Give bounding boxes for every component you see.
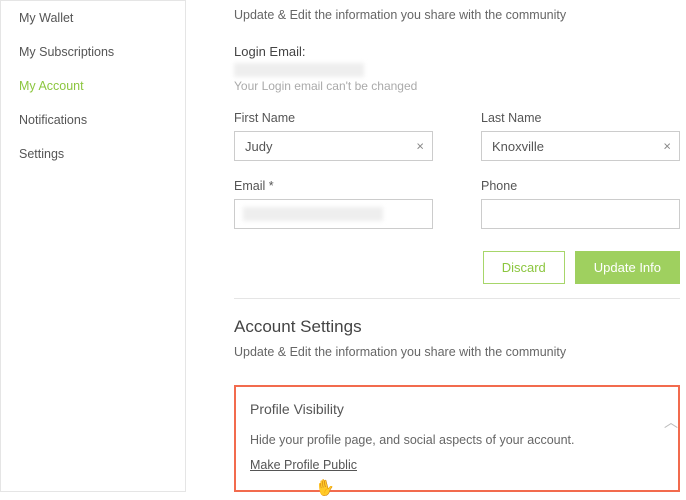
intro-subtitle: Update & Edit the information you share … [234,8,680,22]
update-info-button[interactable]: Update Info [575,251,680,284]
login-email-redacted [234,63,364,77]
email-redacted [243,207,383,221]
login-email-label: Login Email: [234,44,680,59]
phone-label: Phone [481,179,680,193]
phone-input[interactable] [482,200,679,228]
email-input-wrap[interactable] [234,199,433,229]
profile-visibility-heading: Profile Visibility [250,401,664,417]
sidebar: My Wallet My Subscriptions My Account No… [0,0,186,492]
section-divider [234,298,680,299]
first-name-input-wrap[interactable]: × [234,131,433,161]
account-settings-subtitle: Update & Edit the information you share … [234,345,680,359]
last-name-label: Last Name [481,111,680,125]
sidebar-item-settings[interactable]: Settings [1,137,185,171]
sidebar-item-notifications[interactable]: Notifications [1,103,185,137]
account-settings-title: Account Settings [234,317,680,337]
last-name-input-wrap[interactable]: × [481,131,680,161]
login-email-hint: Your Login email can't be changed [234,79,680,93]
discard-button[interactable]: Discard [483,251,565,284]
sidebar-item-account[interactable]: My Account [1,69,185,103]
first-name-input[interactable] [235,132,432,160]
make-profile-public-link[interactable]: Make Profile Public [250,458,357,472]
chevron-up-icon[interactable]: ︿ [664,412,678,432]
phone-input-wrap[interactable] [481,199,680,229]
clear-last-name-icon[interactable]: × [663,140,671,153]
clear-first-name-icon[interactable]: × [416,140,424,153]
profile-visibility-box: Profile Visibility Hide your profile pag… [234,385,680,492]
last-name-input[interactable] [482,132,679,160]
main-content: Update & Edit the information you share … [186,0,686,492]
sidebar-item-wallet[interactable]: My Wallet [1,1,185,35]
sidebar-item-subscriptions[interactable]: My Subscriptions [1,35,185,69]
profile-visibility-desc: Hide your profile page, and social aspec… [250,433,664,447]
email-label: Email * [234,179,433,193]
login-email-block: Login Email: Your Login email can't be c… [234,44,680,93]
first-name-label: First Name [234,111,433,125]
